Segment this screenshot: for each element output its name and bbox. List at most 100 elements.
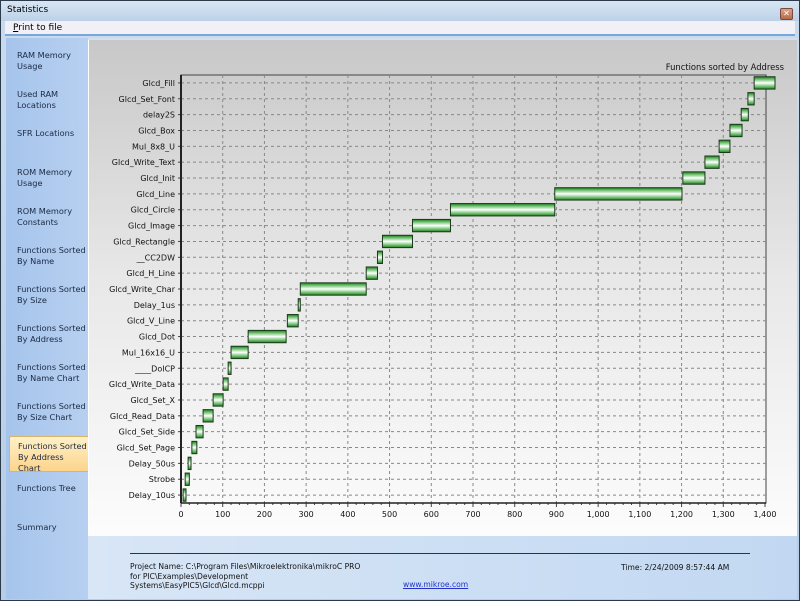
bar-glcd-read-data — [202, 409, 214, 423]
y-category-label: Mul_8x8_U — [132, 142, 175, 151]
sidebar-item[interactable]: Functions Tree — [9, 479, 89, 515]
y-category-label: Glcd_Image — [128, 222, 175, 231]
y-category-label: Glcd_Box — [138, 126, 175, 135]
bar-mul-16x16-u — [230, 345, 249, 360]
y-category-label: Glcd_Read_Data — [110, 412, 175, 421]
x-tick-label: 1,300 — [712, 510, 735, 519]
menu-bar: Print to file — [5, 21, 795, 36]
project-line: Project Name: C:\Program Files\Mikroelek… — [130, 562, 361, 571]
sidebar-item[interactable]: SFR Locations — [9, 124, 89, 160]
x-tick-label: 600 — [424, 510, 439, 519]
bar-glcd-box — [729, 123, 743, 138]
bar-glcd-h-line — [365, 266, 378, 280]
sidebar-item[interactable]: Functions Sorted By Address Chart — [9, 436, 89, 473]
sidebar-item-label: Usage — [17, 61, 43, 71]
chart-panel: Functions sorted by Address Glcd_Fill Glc… — [88, 40, 797, 572]
sidebar-item[interactable]: Functions Sorted By Name Chart — [9, 358, 89, 394]
bar-glcd-fill — [753, 76, 776, 90]
sidebar-item[interactable]: Used RAM Locations — [9, 85, 89, 121]
y-category-label: ____DoICP — [134, 364, 175, 373]
y-category-label: Strobe — [149, 475, 175, 484]
y-category-label: Glcd_Dot — [139, 333, 175, 342]
sidebar-item[interactable]: ROM Memory Usage — [9, 163, 89, 199]
bar-glcd-set-side — [195, 424, 204, 439]
footer-divider — [130, 553, 750, 554]
bar-delay-1us — [297, 298, 301, 312]
y-category-label: Glcd_Fill — [142, 79, 175, 88]
close-button[interactable]: ✕ — [780, 8, 793, 20]
project-line: for PIC\Examples\Development — [130, 571, 249, 581]
bar-delay-10us — [182, 488, 187, 502]
sidebar-item[interactable]: ROM Memory Constants — [9, 202, 89, 238]
bar-glcd-write-text — [704, 155, 720, 169]
bar-strobe — [184, 472, 190, 486]
website-link[interactable]: www.mikroe.com — [403, 580, 468, 589]
bar-delay-50us — [187, 456, 192, 471]
bar-delay2s — [740, 107, 749, 122]
x-tick-label: 500 — [382, 510, 397, 519]
sidebar-item-label: By Name Chart — [17, 373, 80, 383]
x-tick-label: 300 — [299, 510, 314, 519]
bar-glcd-set-font — [747, 92, 755, 106]
y-category-label: Glcd_Circle — [131, 206, 175, 215]
report-footer: Project Name: C:\Program Files\Mikroelek… — [88, 536, 797, 599]
sidebar-item-label: Functions Sorted — [17, 401, 86, 411]
close-icon: ✕ — [783, 9, 790, 18]
y-category-label: Glcd_Set_Side — [119, 428, 175, 437]
sidebar-item[interactable]: Functions Sorted By Address — [9, 319, 89, 355]
bar-doicp — [227, 361, 232, 375]
x-tick-label: 700 — [465, 510, 480, 519]
sidebar-item-label: RAM Memory — [17, 50, 71, 60]
y-category-label: __CC2DW — [136, 253, 175, 262]
y-category-label: Glcd_Write_Text — [112, 158, 175, 167]
bar-glcd-init — [682, 171, 706, 185]
sidebar-item[interactable]: Summary — [9, 518, 89, 554]
menu-print-to-file[interactable]: Print to file — [13, 23, 62, 33]
sidebar-item-label: Functions Sorted — [17, 323, 86, 333]
bar-glcd-dot — [247, 329, 287, 344]
sidebar-item-label: Functions Sorted — [17, 245, 86, 255]
x-tick-label: 100 — [215, 510, 230, 519]
sidebar-item-label: Used RAM — [17, 89, 59, 99]
x-tick-label: 1,200 — [670, 510, 693, 519]
address-chart: Glcd_Fill Glcd_Set_Font delay2S Glcd_Box Mul… — [109, 74, 776, 519]
bar-glcd-circle — [449, 203, 556, 217]
bar-glcd-set-x — [212, 393, 224, 407]
y-category-label: Glcd_Write_Data — [109, 380, 175, 389]
sidebar-item-label: Locations — [17, 100, 56, 110]
y-category-label: Glcd_Set_Font — [119, 95, 175, 104]
y-category-label: Delay_50us — [129, 459, 175, 468]
y-category-label: Delay_10us — [129, 491, 175, 500]
bar-cc2dw — [376, 250, 383, 264]
sidebar-item[interactable]: Functions Sorted By Size Chart — [9, 397, 89, 433]
sidebar-item-label: Constants — [17, 217, 59, 227]
sidebar-item-label: Summary — [17, 522, 57, 532]
bar-glcd-write-data — [222, 377, 229, 391]
plot-frame — [180, 74, 767, 504]
sidebar-item-label: By Name — [17, 256, 55, 266]
y-category-label: Glcd_Set_Page — [117, 444, 175, 453]
y-category-label: Mul_16x16_U — [122, 348, 175, 357]
sidebar-item-label: Functions Sorted — [17, 362, 86, 372]
x-tick-label: 0 — [178, 510, 183, 519]
y-category-label: Glcd_Line — [136, 190, 175, 199]
project-name: Project Name: C:\Program Files\Mikroelek… — [130, 562, 390, 591]
x-tick-label: 1,000 — [587, 510, 610, 519]
sidebar-item[interactable]: Functions Sorted By Name — [9, 241, 89, 277]
y-category-label: Glcd_Write_Char — [109, 285, 176, 294]
sidebar-item-label: Functions Tree — [17, 483, 76, 493]
sidebar-item[interactable]: Functions Sorted By Size — [9, 280, 89, 316]
x-tick-label: 900 — [549, 510, 564, 519]
menu-label: rint to file — [18, 23, 63, 33]
sidebar-item-label: By Address Chart — [18, 452, 64, 473]
title-bar: Statistics ✕ — [1, 1, 799, 21]
y-category-label: Glcd_Init — [140, 174, 175, 183]
y-category-label: Glcd_V_Line — [127, 317, 175, 326]
bar-glcd-rectangle — [381, 234, 414, 249]
sidebar-item[interactable]: RAM Memory Usage — [9, 46, 89, 82]
timestamp: Time: 2/24/2009 8:57:44 AM — [621, 563, 730, 572]
x-tick-label: 800 — [507, 510, 522, 519]
y-category-label: Delay_1us — [134, 301, 175, 310]
sidebar: RAM Memory Usage Used RAM Locations SFR Loca… — [6, 38, 89, 599]
sidebar-item-label: By Size — [17, 295, 47, 305]
